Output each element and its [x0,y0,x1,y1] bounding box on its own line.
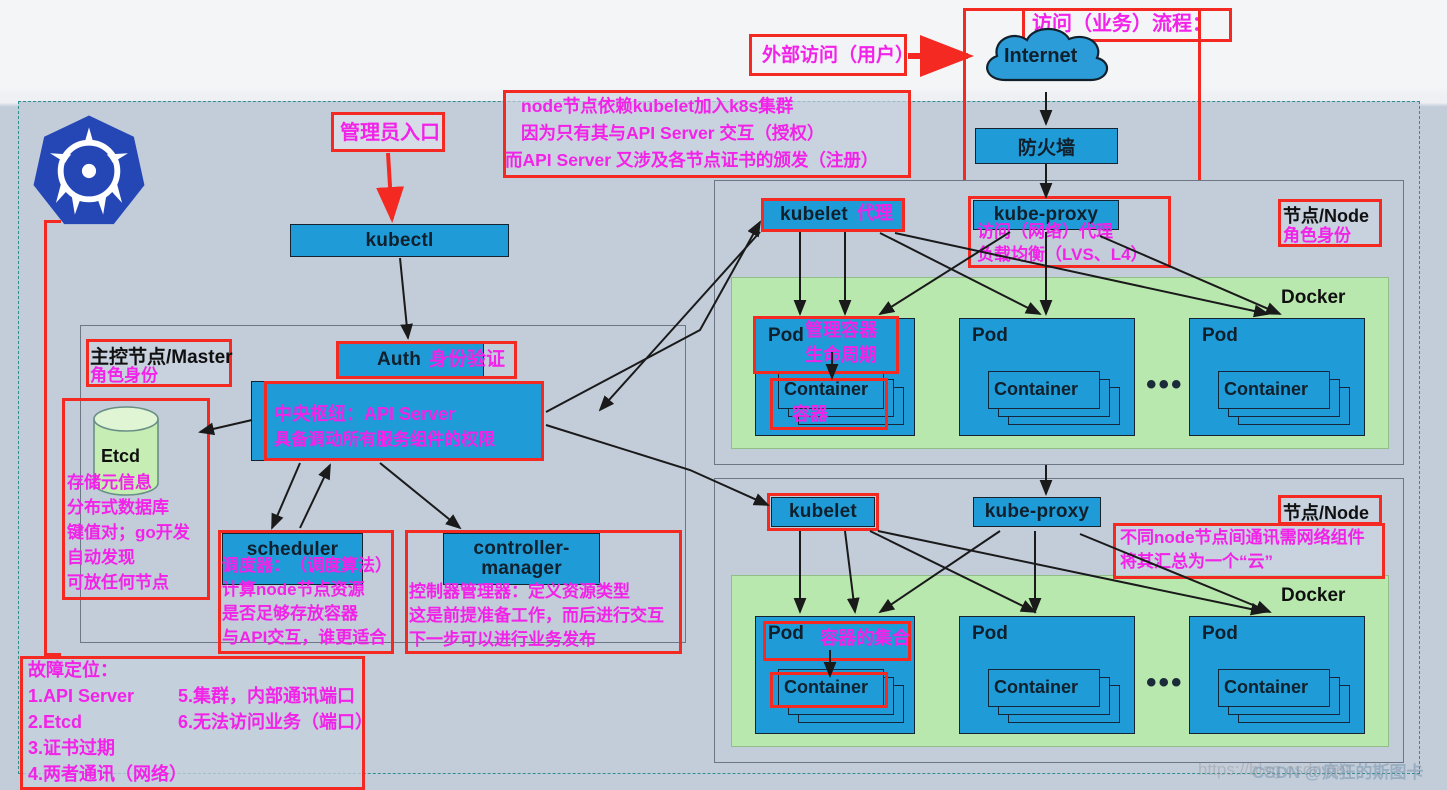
fault-row-3-left: 4.两者通讯（网络） [28,764,188,784]
controller-note-2: 下一步可以进行业务发布 [409,630,596,649]
node2-pod-3: Pod Container [1189,616,1365,734]
fault-title: 故障定位： [28,660,118,680]
node1-pods-ellipsis: ••• [1146,368,1184,401]
node1-pod-3-label: Pod [1202,325,1238,346]
etcd-note-0: 存储元信息 [67,473,152,492]
etcd-note-4: 可放任何节点 [67,573,169,592]
kubelet-note-line3: 而API Server 又涉及各节点证书的颁发（注册） [505,150,879,170]
firewall-box: 防火墙 [975,128,1118,164]
etcd-note-3: 自动发现 [67,548,135,567]
node2-pods-ellipsis: ••• [1146,666,1184,699]
node1-pod-note1: 管理容器 [805,320,877,340]
node1-pod-2-label: Pod [972,325,1008,346]
external-access-label: 外部访问（用户） [762,45,915,66]
node1-container-note: 容器 [792,404,828,424]
node1-role-title: 节点/Node [1283,206,1370,226]
master-role-title: 主控节点/Master [90,347,233,368]
fault-row-1-left: 2.Etcd [28,712,83,732]
internet-label: Internet [1004,45,1078,67]
node2-docker-label: Docker [1281,585,1346,606]
node1-kubelet-note: 代理 [857,203,893,223]
auth-note-label: 身份验证 [429,349,506,370]
node1-pod-2-container-label: Container [994,379,1079,399]
node1-pod-3-container-label: Container [1224,379,1309,399]
node2-pod-3-label: Pod [1202,623,1238,644]
scheduler-note-1: 计算node节点资源 [222,580,365,599]
etcd-label: Etcd [101,446,141,466]
etcd-note-2: 键值对；go开发 [67,523,190,542]
node2-container-note-box [770,672,888,708]
node2-pod-3-container-label: Container [1224,677,1309,697]
node2-network-note1: 不同node节点间通讯需网络组件 [1120,528,1365,547]
admin-entry-label: 管理员入口 [340,122,440,144]
scheduler-note-2: 是否足够存放容器 [222,604,358,623]
node2-pod-note: 容器的集合 [820,628,910,648]
kubelet-note-line1: node节点依赖kubelet加入k8s集群 [521,96,794,116]
node2-pod-2-label: Pod [972,623,1008,644]
node2-pod-2-container-label: Container [994,677,1079,697]
node1-kubeproxy-note2: 负载均衡（LVS、L4） [977,245,1148,264]
watermark-credit: CSDN @疯狂的斯图卡 [1252,763,1424,782]
node1-container-note-box [770,378,888,430]
node2-pod-2: Pod Container [959,616,1135,734]
controller-note-1: 这是前提准备工作，而后进行交互 [409,606,664,625]
kubernetes-logo-icon [30,112,148,230]
scheduler-note-0: 调度器： （调度算法） [222,556,392,575]
diagram-canvas: 访问（业务）流程： 外部访问（用户） Internet 防火墙 管理员入口 ku… [0,0,1447,790]
node1-pod-3: Pod Container [1189,318,1365,436]
node2-role-title: 节点/Node [1283,503,1370,523]
node1-kubeproxy-note1: 访问（网络）代理 [977,222,1113,241]
node2-kubeproxy-box: kube-proxy [973,497,1101,527]
fault-row-1-right: 6.无法访问业务（端口） [178,712,374,732]
master-role-sub: 角色身份 [90,366,158,385]
fault-row-2-left: 3.证书过期 [28,738,116,758]
node1-pod-2: Pod Container [959,318,1135,436]
fault-row-0-left: 1.API Server [28,686,135,706]
node2-kubelet-frame [767,493,879,531]
kubelet-note-line2: 因为只有其与API Server 交互（授权） [521,123,825,143]
node1-pod-note2: 生命周期 [805,345,877,365]
api-server-note-line1: 中央枢纽：API Server [274,404,456,424]
node1-role-sub: 角色身份 [1283,226,1351,245]
control-plane-frame-top-tick [44,220,61,223]
scheduler-note-3: 与API交互，谁更适合 [222,628,387,647]
node1-docker-label: Docker [1281,287,1346,308]
api-server-note-line2: 具备调动所有服务组件的权限 [274,430,495,449]
node2-network-note2: 将其汇总为一个“云” [1120,552,1273,571]
controller-note-0: 控制器管理器：定义资源类型 [409,582,630,601]
etcd-note-1: 分布式数据库 [67,498,169,517]
fault-row-0-right: 5.集群，内部通讯端口 [178,686,356,706]
